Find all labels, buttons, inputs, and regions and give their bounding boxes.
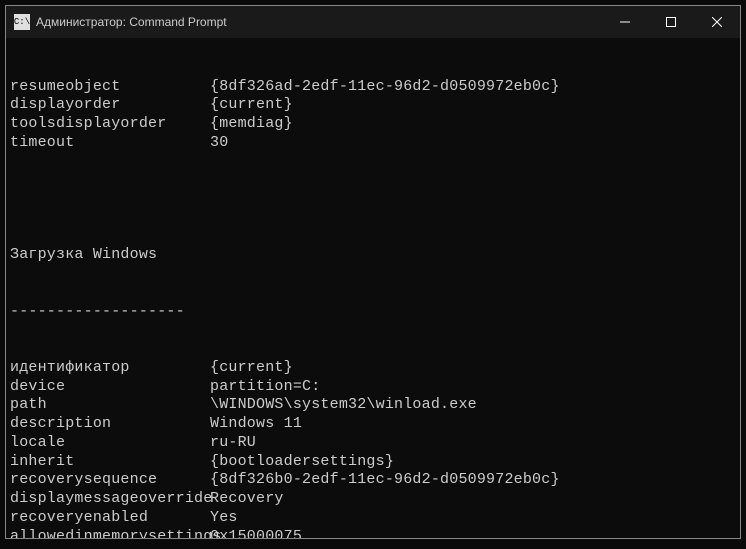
config-value: Recovery xyxy=(210,490,736,509)
config-entry: идентификатор{current} xyxy=(10,359,736,378)
config-key: allowedinmemorysettings xyxy=(10,528,210,539)
config-key: идентификатор xyxy=(10,359,210,378)
config-key: device xyxy=(10,378,210,397)
section-divider: ------------------- xyxy=(10,303,736,322)
config-key: recoveryenabled xyxy=(10,509,210,528)
config-value: {bootloadersettings} xyxy=(210,453,736,472)
config-key: toolsdisplayorder xyxy=(10,115,210,134)
config-entry: inherit{bootloadersettings} xyxy=(10,453,736,472)
close-button[interactable] xyxy=(694,6,740,38)
cmd-icon: C:\ xyxy=(14,14,30,30)
maximize-icon xyxy=(666,17,676,27)
minimize-icon xyxy=(620,17,630,27)
config-value: {memdiag} xyxy=(210,115,736,134)
config-value: ru-RU xyxy=(210,434,736,453)
config-key: recoverysequence xyxy=(10,471,210,490)
config-entry: resumeobject{8df326ad-2edf-11ec-96d2-d05… xyxy=(10,78,736,97)
config-entry: devicepartition=C: xyxy=(10,378,736,397)
command-prompt-window: C:\ Администратор: Command Prompt resume… xyxy=(5,5,741,539)
config-key: locale xyxy=(10,434,210,453)
config-value: 0x15000075 xyxy=(210,528,736,539)
config-entry: recoverysequence{8df326b0-2edf-11ec-96d2… xyxy=(10,471,736,490)
config-key: timeout xyxy=(10,134,210,153)
config-entry: allowedinmemorysettings0x15000075 xyxy=(10,528,736,539)
config-value: {8df326b0-2edf-11ec-96d2-d0509972eb0c} xyxy=(210,471,736,490)
config-entry: recoveryenabledYes xyxy=(10,509,736,528)
window-controls xyxy=(602,6,740,38)
config-key: displaymessageoverride xyxy=(10,490,210,509)
config-key: resumeobject xyxy=(10,78,210,97)
config-value: Yes xyxy=(210,509,736,528)
config-entry: toolsdisplayorder{memdiag} xyxy=(10,115,736,134)
config-key: description xyxy=(10,415,210,434)
config-value: 30 xyxy=(210,134,736,153)
config-key: path xyxy=(10,396,210,415)
terminal-output[interactable]: resumeobject{8df326ad-2edf-11ec-96d2-d05… xyxy=(6,38,740,538)
config-entry: timeout30 xyxy=(10,134,736,153)
close-icon xyxy=(712,17,722,27)
config-value: {current} xyxy=(210,96,736,115)
config-entry: descriptionWindows 11 xyxy=(10,415,736,434)
maximize-button[interactable] xyxy=(648,6,694,38)
config-key: inherit xyxy=(10,453,210,472)
section-header: Загрузка Windows xyxy=(10,246,736,265)
config-value: {current} xyxy=(210,359,736,378)
config-entry: displayorder{current} xyxy=(10,96,736,115)
titlebar[interactable]: C:\ Администратор: Command Prompt xyxy=(6,6,740,38)
minimize-button[interactable] xyxy=(602,6,648,38)
config-value: partition=C: xyxy=(210,378,736,397)
config-value: \WINDOWS\system32\winload.exe xyxy=(210,396,736,415)
config-entry: displaymessageoverrideRecovery xyxy=(10,490,736,509)
config-value: Windows 11 xyxy=(210,415,736,434)
config-entry: path\WINDOWS\system32\winload.exe xyxy=(10,396,736,415)
config-entry: localeru-RU xyxy=(10,434,736,453)
config-key: displayorder xyxy=(10,96,210,115)
window-title: Администратор: Command Prompt xyxy=(36,15,227,29)
config-value: {8df326ad-2edf-11ec-96d2-d0509972eb0c} xyxy=(210,78,736,97)
